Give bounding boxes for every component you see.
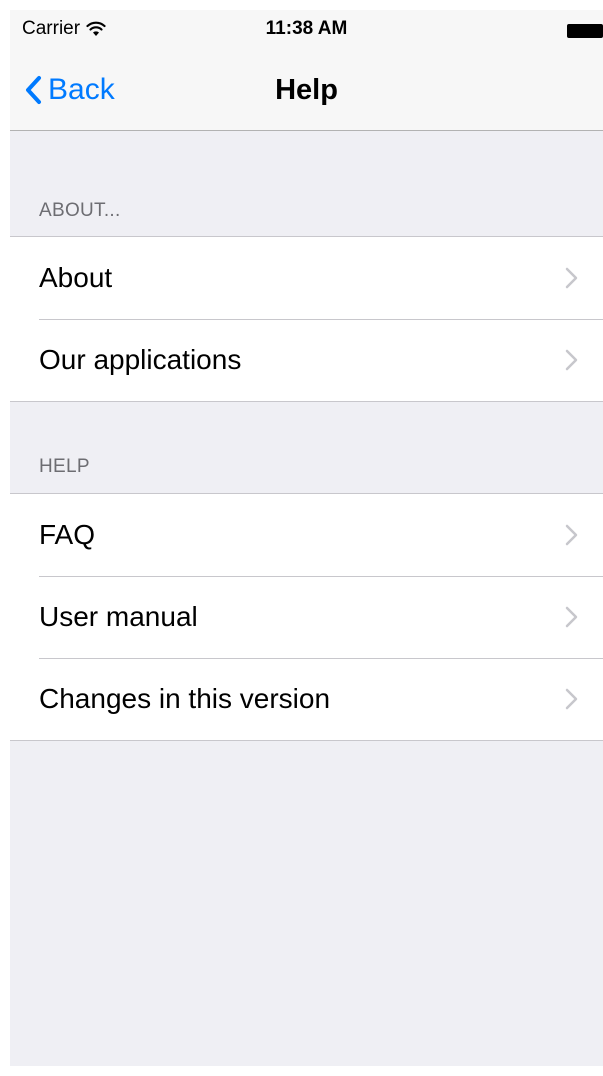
chevron-right-icon [565, 688, 578, 710]
back-button[interactable]: Back [24, 70, 115, 110]
chevron-left-icon [26, 76, 41, 104]
back-button-label: Back [48, 73, 115, 106]
list-item-label: Changes in this version [39, 683, 331, 714]
chevron-right-icon [565, 524, 578, 546]
chevron-right-icon [565, 606, 578, 628]
section-header-about: ABOUT... [39, 200, 121, 221]
list-item-changes-in-this-version[interactable]: Changes in this version [10, 658, 603, 740]
chevron-right-icon [565, 349, 578, 371]
list-item-label: About [39, 262, 113, 293]
list-item-label: User manual [39, 601, 198, 632]
status-time: 11:38 AM [265, 18, 348, 39]
list-item-label: FAQ [39, 519, 96, 550]
battery-icon [567, 24, 603, 38]
list-item-about[interactable]: About [10, 237, 603, 319]
page-title-text: Help [275, 74, 338, 106]
section-header-help: HELP [39, 456, 90, 477]
help-group: FAQ User manual Changes in this version [10, 493, 603, 741]
help-screen: Carrier 11:38 AM Help Back ABOUT... Abou… [10, 10, 603, 1066]
about-group: About Our applications [10, 236, 603, 402]
list-item-faq[interactable]: FAQ [10, 494, 603, 576]
list-item-label: Our applications [39, 344, 242, 375]
chevron-right-icon [565, 267, 578, 289]
list-item-user-manual[interactable]: User manual [10, 576, 603, 658]
navigation-bar: Carrier 11:38 AM Help Back [10, 10, 603, 131]
list-item-our-applications[interactable]: Our applications [10, 319, 603, 401]
